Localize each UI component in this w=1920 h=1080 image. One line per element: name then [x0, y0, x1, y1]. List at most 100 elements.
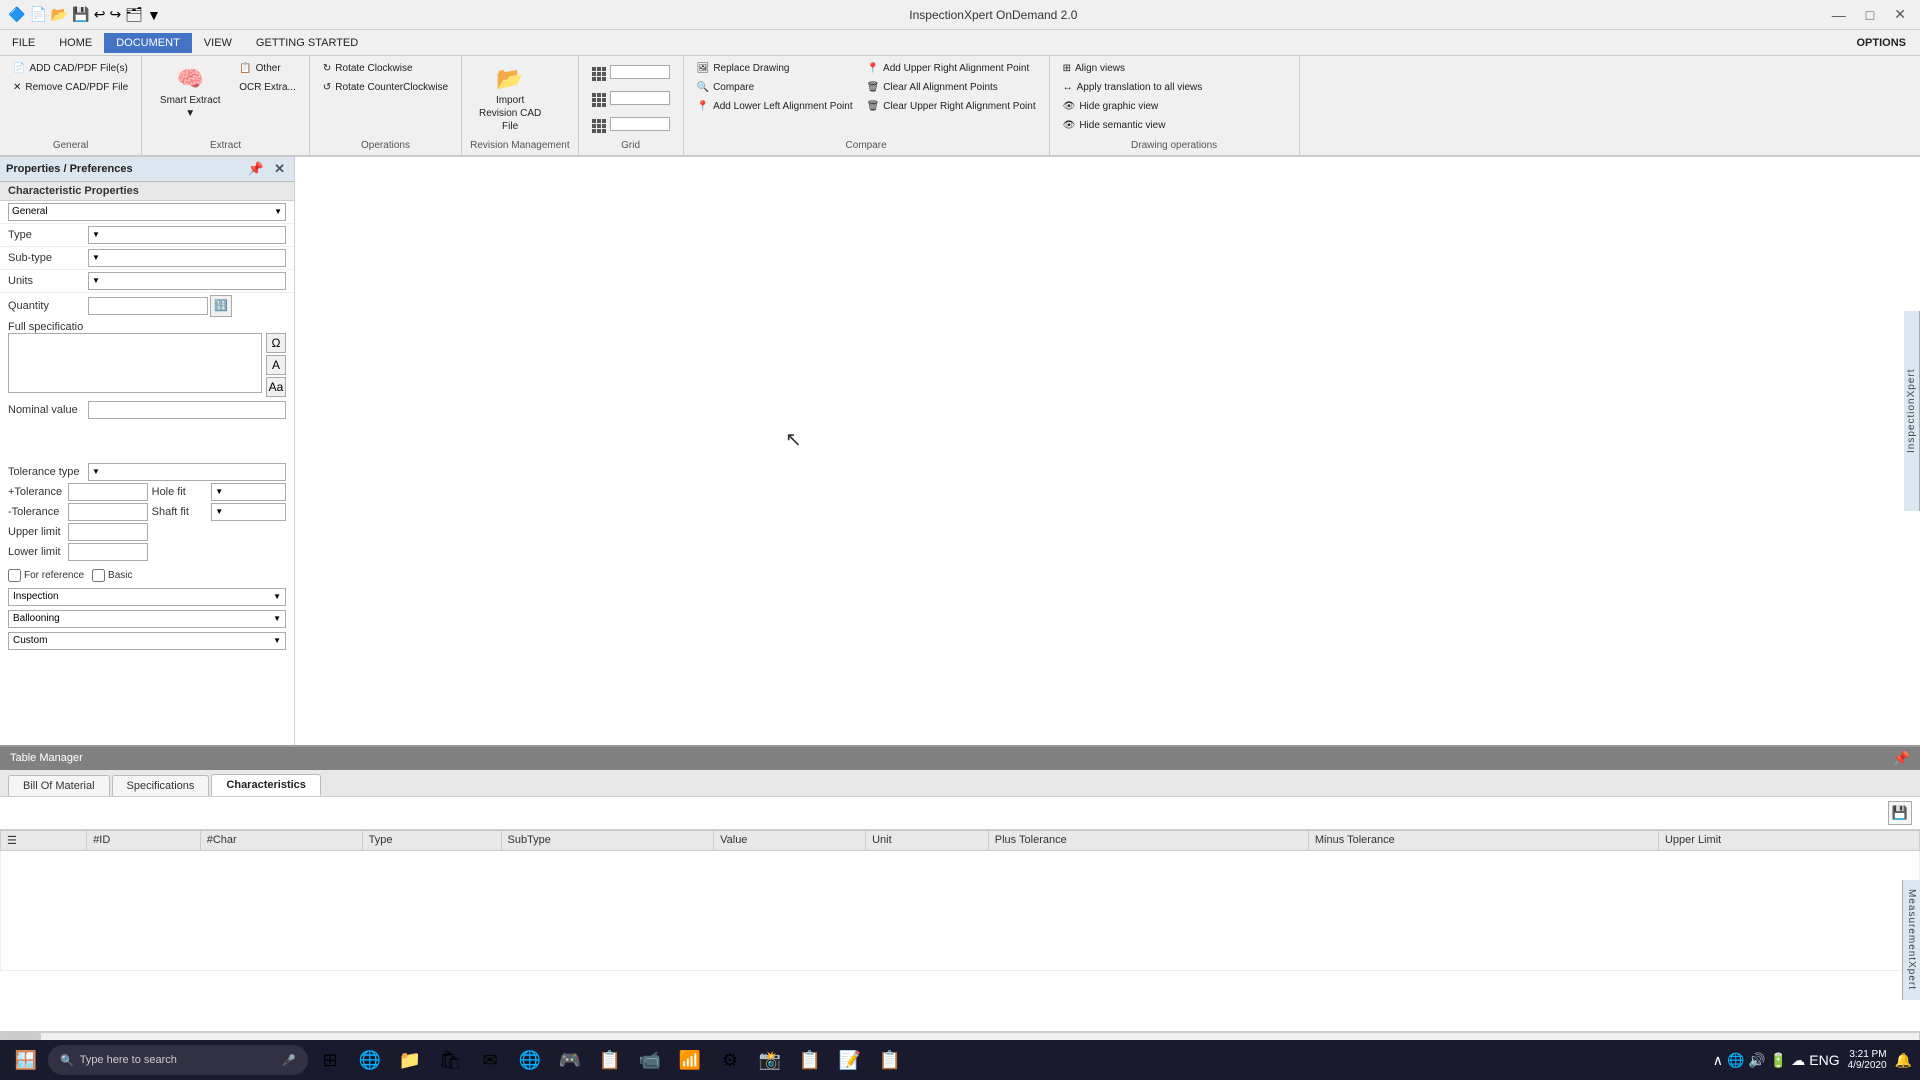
- close-button[interactable]: ✕: [1888, 4, 1912, 25]
- taskbar-photos[interactable]: 📸: [752, 1042, 788, 1078]
- taskbar-settings[interactable]: ⚙: [712, 1042, 748, 1078]
- taskbar-app14[interactable]: 📋: [872, 1042, 908, 1078]
- plus-tolerance-input[interactable]: [68, 483, 148, 501]
- dropdown-icon[interactable]: ▼: [147, 7, 161, 23]
- taskbar-zoom[interactable]: 📹: [632, 1042, 668, 1078]
- shaft-fit-dropdown[interactable]: [211, 503, 286, 521]
- units-dropdown[interactable]: [88, 272, 286, 290]
- align-views-button[interactable]: ⊞ Align views: [1058, 60, 1208, 77]
- rotate-clockwise-button[interactable]: ↻ Rotate Clockwise: [318, 60, 453, 77]
- type-dropdown[interactable]: [88, 226, 286, 244]
- network-icon[interactable]: 🌐: [1727, 1052, 1744, 1069]
- for-reference-label[interactable]: For reference: [8, 569, 84, 582]
- add-cad-pdf-button[interactable]: 📄 ADD CAD/PDF File(s): [8, 60, 133, 77]
- tolerance-type-dropdown[interactable]: [88, 463, 286, 481]
- start-button[interactable]: 🪟: [8, 1042, 44, 1078]
- hide-graphic-view-button[interactable]: 👁 Hide graphic view: [1058, 98, 1208, 115]
- nominal-input[interactable]: [88, 401, 286, 419]
- ballooning-dropdown[interactable]: Ballooning: [8, 610, 286, 628]
- grid-select-3[interactable]: [610, 117, 670, 131]
- hole-fit-dropdown[interactable]: [211, 483, 286, 501]
- maximize-button[interactable]: □: [1860, 4, 1880, 25]
- table-export-button[interactable]: 💾: [1888, 801, 1912, 825]
- subtype-dropdown[interactable]: [88, 249, 286, 267]
- add-upper-right-button[interactable]: 📍 Add Upper Right Alignment Point: [862, 60, 1041, 77]
- other-button[interactable]: 📋 Other: [234, 60, 301, 77]
- menu-file[interactable]: FILE: [0, 33, 47, 53]
- clear-all-alignment-button[interactable]: 🗑 Clear All Alignment Points: [862, 79, 1041, 96]
- grid-select-1[interactable]: [610, 65, 670, 79]
- taskbar-app7[interactable]: 🎮: [552, 1042, 588, 1078]
- general-dropdown[interactable]: General: [8, 203, 286, 221]
- canvas-area[interactable]: ↖ InspectionXpert: [295, 157, 1920, 745]
- inspection-dropdown[interactable]: Inspection: [8, 588, 286, 606]
- tab-bill-of-material[interactable]: Bill Of Material: [8, 775, 110, 796]
- add-lower-left-button[interactable]: 📍 Add Lower Left Alignment Point: [692, 98, 858, 115]
- measurement-xpert-label[interactable]: MeasurementXpert: [1904, 883, 1919, 996]
- taskbar-mail[interactable]: ✉: [472, 1042, 508, 1078]
- grid-btn-3[interactable]: [587, 112, 675, 136]
- menu-home[interactable]: HOME: [47, 33, 104, 53]
- undo-icon[interactable]: ↩: [94, 6, 106, 23]
- custom-dropdown[interactable]: Custom: [8, 632, 286, 650]
- inspection-xpert-side-label[interactable]: InspectionXpert: [1904, 311, 1920, 511]
- taskbar-wifi[interactable]: 📶: [672, 1042, 708, 1078]
- for-reference-checkbox[interactable]: [8, 569, 21, 582]
- data-table[interactable]: ☰ #ID #Char Type SubType Value Unit Plus…: [0, 830, 1920, 1031]
- remove-cad-pdf-button[interactable]: ✕ Remove CAD/PDF File: [8, 79, 133, 96]
- new-icon[interactable]: 📄: [29, 6, 46, 23]
- minimize-button[interactable]: —: [1826, 4, 1852, 25]
- taskbar-edge[interactable]: 🌐: [352, 1042, 388, 1078]
- ocr-extra-button[interactable]: OCR Extra...: [234, 79, 301, 96]
- options-button[interactable]: OPTIONS: [1842, 33, 1920, 53]
- omega-button[interactable]: Ω: [266, 333, 286, 353]
- full-spec-textarea[interactable]: [8, 333, 262, 393]
- text-format-button[interactable]: A: [266, 355, 286, 375]
- table-manager-pin[interactable]: 📌: [1893, 750, 1910, 767]
- speaker-icon[interactable]: 🔊: [1748, 1052, 1765, 1069]
- grid-btn-1[interactable]: [587, 60, 675, 84]
- taskbar-notepad[interactable]: 📝: [832, 1042, 868, 1078]
- taskbar-explorer[interactable]: 📁: [392, 1042, 428, 1078]
- open-icon[interactable]: 📂: [51, 6, 68, 23]
- hide-semantic-view-button[interactable]: 👁 Hide semantic view: [1058, 117, 1208, 134]
- import-revision-cad-button[interactable]: 📂 Import Revision CAD File: [470, 60, 550, 138]
- menu-view[interactable]: VIEW: [192, 33, 244, 53]
- basic-label[interactable]: Basic: [92, 569, 132, 582]
- taskbar-store[interactable]: 🛍: [432, 1042, 468, 1078]
- upper-limit-input[interactable]: [68, 523, 148, 541]
- text-case-button[interactable]: Aa: [266, 377, 286, 397]
- redo-icon[interactable]: ↪: [109, 6, 121, 23]
- replace-drawing-button[interactable]: 🖼 Replace Drawing: [692, 60, 858, 77]
- grid-select-2[interactable]: [610, 91, 670, 105]
- taskbar-sticky[interactable]: 📋: [592, 1042, 628, 1078]
- taskbar-search[interactable]: 🔍 Type here to search 🎤: [48, 1045, 308, 1075]
- minus-tolerance-input[interactable]: [68, 503, 148, 521]
- smart-extract-button[interactable]: 🧠 Smart Extract ▼: [150, 60, 230, 125]
- chevron-up-icon[interactable]: ∧: [1713, 1052, 1723, 1069]
- taskbar-time[interactable]: 3:21 PM 4/9/2020: [1848, 1049, 1887, 1071]
- tab-specifications[interactable]: Specifications: [112, 775, 210, 796]
- pin-button[interactable]: 📌: [245, 160, 267, 178]
- rotate-counter-clockwise-button[interactable]: ↺ Rotate CounterClockwise: [318, 79, 453, 96]
- close-panel-button[interactable]: ✕: [271, 160, 288, 178]
- compare-button[interactable]: 🔍 Compare: [692, 79, 858, 96]
- taskbar-app12[interactable]: 📋: [792, 1042, 828, 1078]
- save-icon[interactable]: 💾: [72, 6, 89, 23]
- quantity-input[interactable]: [88, 297, 208, 315]
- taskbar-task-view[interactable]: ⊞: [312, 1042, 348, 1078]
- folder-icon[interactable]: 🗂: [125, 6, 143, 23]
- apply-translation-button[interactable]: ↔ Apply translation to all views: [1058, 79, 1208, 96]
- menu-document[interactable]: DOCUMENT: [104, 33, 192, 53]
- clear-upper-right-button[interactable]: 🗑 Clear Upper Right Alignment Point: [862, 98, 1041, 115]
- notification-icon[interactable]: 🔔: [1895, 1052, 1912, 1069]
- taskbar-chrome[interactable]: 🌐: [512, 1042, 548, 1078]
- language-indicator[interactable]: ENG: [1809, 1052, 1839, 1068]
- menu-getting-started[interactable]: GETTING STARTED: [244, 33, 370, 53]
- microphone-icon[interactable]: 🎤: [282, 1054, 296, 1067]
- cloud-icon[interactable]: ☁: [1791, 1052, 1805, 1069]
- tab-characteristics[interactable]: Characteristics: [211, 774, 321, 796]
- quantity-icon-button[interactable]: 🔢: [210, 295, 232, 317]
- battery-icon[interactable]: 🔋: [1770, 1052, 1787, 1069]
- grid-btn-2[interactable]: [587, 86, 675, 110]
